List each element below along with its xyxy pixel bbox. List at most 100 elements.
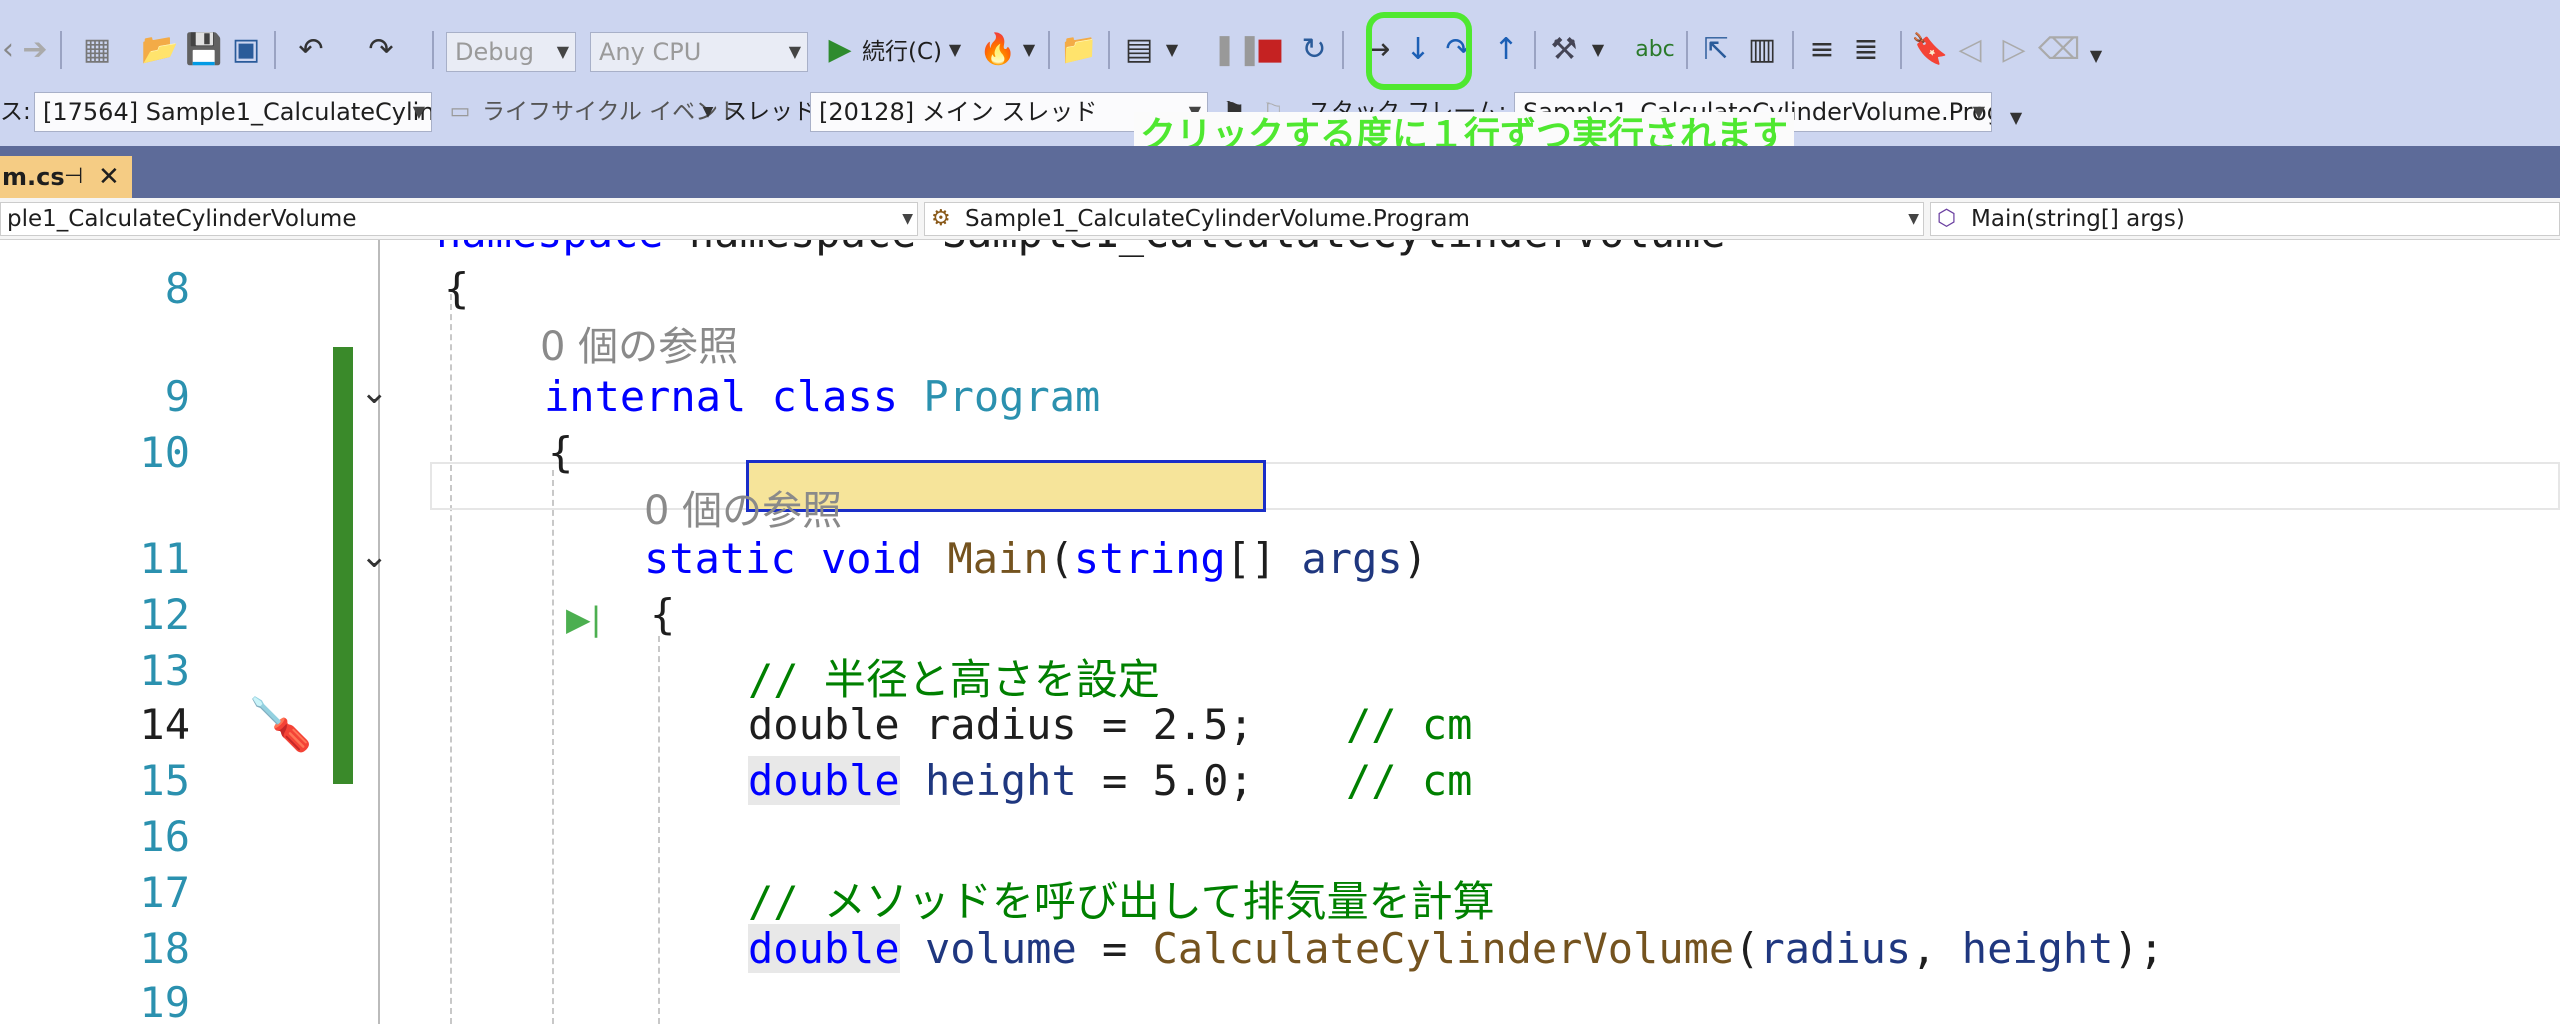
save-all-icon[interactable]: ▣ [226, 30, 266, 70]
keyword-double: double [748, 756, 900, 805]
process-label: ス: [0, 99, 31, 125]
line-number: 18 [139, 924, 190, 973]
line-number: 13 [139, 646, 190, 695]
chevron-down-icon[interactable]: ▼ [2004, 98, 2028, 138]
chevron-down-icon[interactable]: ▼ [1018, 30, 1040, 70]
code-line-17-comment: // メソッドを呼び出して排気量を計算 [748, 877, 1495, 926]
chevron-down-icon[interactable]: ▼ [2084, 36, 2108, 76]
line-number: 15 [139, 756, 190, 805]
code-line-11: static void Main(string[] args) [644, 534, 1428, 583]
bookmark-next-icon[interactable]: ▷ [1994, 30, 2034, 70]
bookmark-icon[interactable]: 🔖 [1910, 30, 1950, 70]
spell-check-icon[interactable]: abc [1632, 30, 1678, 70]
close-icon[interactable]: ✕ [98, 156, 120, 198]
reference-hint[interactable]: 0 個の参照 [644, 478, 842, 536]
nav-forward-icon[interactable]: ➔ [18, 30, 52, 70]
hot-reload-flame-icon[interactable]: 🔥 [978, 30, 1018, 70]
break-all-icon[interactable]: ❚❚ [1212, 30, 1262, 70]
continue-button-label[interactable]: 続行(C) [862, 32, 942, 72]
nav-back-icon[interactable]: ‹ [0, 30, 16, 70]
collapse-chevron-icon[interactable]: ⌄ [360, 536, 389, 576]
class-value: Sample1_CalculateCylinderVolume.Program [965, 206, 1470, 232]
line-number: 19 [139, 978, 190, 1024]
chevron-down-icon: ▼ [1972, 102, 1985, 121]
code-punct: ) [1402, 534, 1428, 583]
keyword-double: double [748, 924, 900, 973]
keyword-void: void [821, 534, 923, 583]
indent-guide [658, 636, 660, 1024]
redo-icon[interactable]: ↷ [356, 30, 406, 70]
var-volume: volume [925, 924, 1077, 973]
indent-guide [450, 294, 452, 1024]
edit-and-continue-icon[interactable]: 🪛 [248, 694, 313, 755]
keyword-double: double [748, 700, 900, 749]
stop-debugging-icon[interactable]: ■ [1252, 30, 1288, 70]
save-icon[interactable]: 💾 [184, 30, 224, 70]
step-out-icon[interactable]: ↑ [1488, 30, 1524, 70]
solution-config-value: Debug [455, 38, 534, 66]
toolbar-separator [1108, 31, 1110, 69]
code-text: = 5.0; [1076, 756, 1254, 805]
undo-icon[interactable]: ↶ [286, 30, 336, 70]
arg-height: height [1961, 924, 2114, 973]
collapse-chevron-icon[interactable]: ⌄ [360, 372, 389, 412]
code-line-15: double height = 5.0; [748, 756, 1254, 805]
solution-platform-combo[interactable]: Any CPU ▼ [590, 32, 808, 72]
line-number: 10 [139, 428, 190, 477]
chevron-down-icon[interactable]: ▼ [1162, 30, 1182, 70]
diagnostic-window-icon[interactable]: ▤ [1118, 30, 1160, 70]
toolbar-separator [1686, 31, 1688, 69]
continue-play-icon[interactable]: ▶ [822, 30, 858, 70]
process-combo[interactable]: [17564] Sample1_CalculateCylinde ▼ [34, 92, 432, 132]
chevron-down-icon[interactable]: ▼ [944, 30, 966, 70]
chevron-down-icon: ▼ [556, 42, 569, 61]
code-line-10: { [548, 428, 574, 477]
chevron-down-icon: ▼ [1908, 211, 1919, 227]
code-line-14-comment: // cm [1346, 700, 1473, 749]
xaml-tree-icon[interactable]: ▥ [1742, 30, 1782, 70]
thread-label: スレッド: [724, 99, 824, 125]
hot-path-icon[interactable]: ⚒ [1544, 30, 1584, 70]
open-folder-icon[interactable]: 📂 [140, 30, 180, 70]
toolbar-separator [274, 31, 276, 69]
line-number: 9 [164, 372, 190, 421]
bookmark-clear-icon[interactable]: ⌫ [2038, 30, 2080, 70]
browser-link-icon[interactable]: 📁 [1058, 30, 1100, 70]
solution-config-combo[interactable]: Debug ▼ [446, 32, 576, 72]
project-value: ple1_CalculateCylinderVolume [7, 206, 357, 232]
member-value: Main(string[] args) [1971, 206, 2185, 232]
run-to-click-icon[interactable]: ▶| [566, 600, 601, 638]
code-line-8: { [444, 264, 470, 313]
member-combo[interactable]: ⬡ Main(string[] args) [1930, 202, 2560, 236]
comment-out-icon[interactable]: ≡ [1802, 30, 1842, 70]
document-tab-strip [0, 146, 2560, 198]
editor-content: ⌄ ⌄ 8 9 10 11 12 13 14 15 16 17 18 19 🪛 … [0, 240, 2560, 1024]
code-line-9: internal class Program [544, 372, 1100, 421]
project-combo[interactable]: ple1_CalculateCylinderVolume ▼ [0, 202, 918, 236]
pin-icon[interactable]: ⊣ [64, 156, 83, 198]
reference-hint[interactable]: 0 個の参照 [540, 314, 738, 372]
toolbar-separator [1792, 31, 1794, 69]
class-icon: ⚙ [931, 206, 951, 231]
keyword-internal: internal [544, 372, 747, 421]
code-line-15-comment: // cm [1346, 756, 1473, 805]
uncomment-icon[interactable]: ≣ [1846, 30, 1886, 70]
keyword-class: class [771, 372, 899, 421]
toolbar-separator [1342, 31, 1344, 69]
code-line-14: double radius = 2.5; [748, 700, 1254, 749]
call-name: CalculateCylinderVolume [1152, 924, 1735, 973]
code-line-12: { [650, 590, 676, 639]
chevron-down-icon[interactable]: ▼ [1588, 30, 1608, 70]
new-item-icon[interactable]: ▦ [72, 30, 122, 70]
document-tab-program-cs[interactable]: m.cs ⊣ ✕ [0, 156, 132, 198]
class-combo[interactable]: ⚙ Sample1_CalculateCylinderVolume.Progra… [924, 202, 1924, 236]
code-text: = [1076, 924, 1153, 973]
line-number: 16 [139, 812, 190, 861]
code-punct: , [1911, 924, 1962, 973]
menu-bar [0, 0, 2560, 14]
bookmark-prev-icon[interactable]: ◁ [1950, 30, 1990, 70]
chevron-down-icon[interactable]: ▼ [700, 92, 716, 132]
select-element-icon[interactable]: ⇱ [1696, 30, 1736, 70]
restart-icon[interactable]: ↻ [1294, 30, 1334, 70]
code-line-18: double volume = CalculateCylinderVolume(… [748, 924, 2164, 973]
